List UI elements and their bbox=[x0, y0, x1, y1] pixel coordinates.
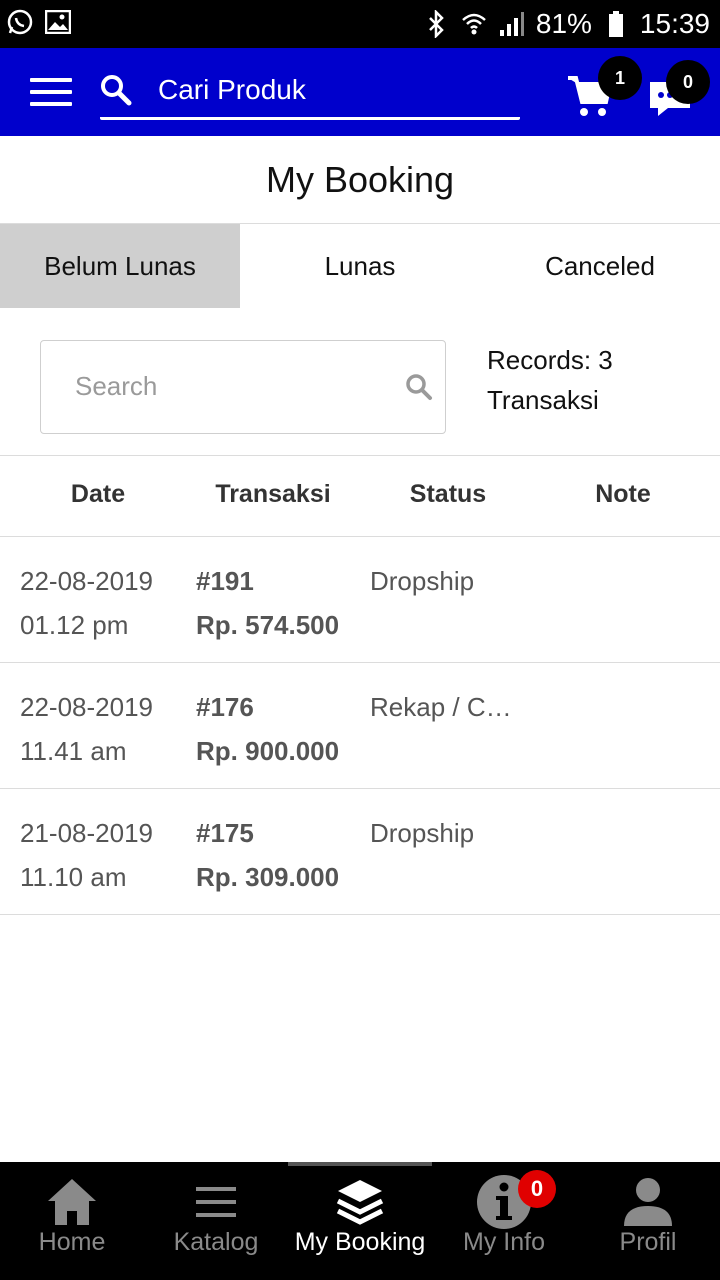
clock: 15:39 bbox=[639, 8, 710, 39]
date-cell: 21-08-2019 11.10 am bbox=[20, 818, 153, 892]
status-cell: Dropship bbox=[370, 818, 475, 848]
layers-icon bbox=[328, 1174, 392, 1230]
nav-katalog-label: Katalog bbox=[173, 1228, 259, 1256]
transaction-cell: #175 Rp. 309.000 bbox=[196, 818, 340, 892]
nav-katalog[interactable]: Katalog bbox=[144, 1162, 288, 1280]
home-icon bbox=[40, 1174, 104, 1230]
column-transaksi: Transaksi bbox=[215, 480, 331, 508]
records-line: Records: 3 bbox=[487, 345, 613, 375]
transaction-cell: #191 Rp. 574.500 bbox=[196, 566, 340, 640]
status-cell: Rekap / Customer bbox=[370, 692, 512, 722]
page-header: My Booking bbox=[0, 136, 720, 224]
cart-count-badge: 1 bbox=[598, 56, 642, 100]
table-row[interactable]: 21-08-2019 11.10 am #175 Rp. 309.000 Dro… bbox=[0, 789, 720, 915]
search-placeholder: Cari Produk bbox=[158, 74, 306, 105]
nav-my-info-label: My Info bbox=[463, 1228, 545, 1256]
nav-profil-label: Profil bbox=[619, 1228, 677, 1256]
date-cell: 22-08-2019 11.41 am bbox=[20, 692, 153, 766]
records-count: Records: 3 Transaksi bbox=[487, 340, 707, 420]
page-title: My Booking bbox=[265, 158, 455, 200]
table-row[interactable]: 22-08-2019 01.12 pm #191 Rp. 574.500 Dro… bbox=[0, 537, 720, 663]
wifi-icon bbox=[460, 10, 488, 38]
tab-lunas[interactable]: Lunas bbox=[240, 224, 480, 308]
chat-count-badge: 0 bbox=[666, 60, 710, 104]
table-row[interactable]: 22-08-2019 11.41 am #176 Rp. 900.000 Rek… bbox=[0, 663, 720, 789]
search-icon bbox=[100, 74, 132, 106]
nav-home-label: Home bbox=[38, 1228, 106, 1256]
whatsapp-icon bbox=[6, 8, 34, 36]
list-icon bbox=[184, 1174, 248, 1230]
person-icon bbox=[616, 1174, 680, 1230]
search-icon[interactable] bbox=[405, 373, 433, 401]
menu-button[interactable] bbox=[30, 76, 74, 108]
tab-canceled[interactable]: Canceled bbox=[480, 224, 720, 308]
column-date: Date bbox=[70, 480, 126, 508]
status-bar: 81% 15:39 bbox=[0, 0, 720, 48]
nav-my-booking[interactable]: My Booking bbox=[288, 1162, 432, 1280]
status-cell: Dropship bbox=[370, 566, 475, 596]
app-bar: Cari Produk 1 0 bbox=[0, 48, 720, 136]
bluetooth-icon bbox=[422, 10, 450, 38]
product-search-input[interactable]: Cari Produk bbox=[100, 68, 520, 120]
table-header: Date Transaksi Status Note bbox=[0, 455, 720, 537]
battery-level: 81% bbox=[535, 8, 592, 39]
nav-profil[interactable]: Profil bbox=[576, 1162, 720, 1280]
image-icon bbox=[44, 8, 72, 36]
transaction-cell: #176 Rp. 900.000 bbox=[196, 692, 340, 766]
nav-home[interactable]: Home bbox=[0, 1162, 144, 1280]
nav-my-booking-label: My Booking bbox=[294, 1228, 426, 1256]
cart-button[interactable]: 1 bbox=[566, 56, 642, 120]
hamburger-icon bbox=[30, 78, 72, 82]
bottom-navigation: Home Katalog My Booking My Info Profil bbox=[0, 1162, 720, 1280]
nav-my-info[interactable]: My Info bbox=[432, 1162, 576, 1280]
booking-tabs: Belum Lunas Lunas Canceled bbox=[0, 224, 720, 308]
records-unit: Transaksi bbox=[487, 385, 599, 415]
date-cell: 22-08-2019 01.12 pm bbox=[20, 566, 153, 640]
signal-icon bbox=[498, 10, 526, 38]
chat-button[interactable]: 0 bbox=[646, 60, 710, 122]
column-status: Status bbox=[409, 480, 487, 508]
search-placeholder: Search bbox=[75, 371, 158, 401]
info-notification-badge: 0 bbox=[518, 1170, 556, 1208]
tab-belum-lunas[interactable]: Belum Lunas bbox=[0, 224, 240, 308]
column-note: Note bbox=[595, 480, 651, 508]
booking-search-input[interactable]: Search bbox=[40, 340, 446, 434]
battery-icon bbox=[602, 10, 630, 38]
